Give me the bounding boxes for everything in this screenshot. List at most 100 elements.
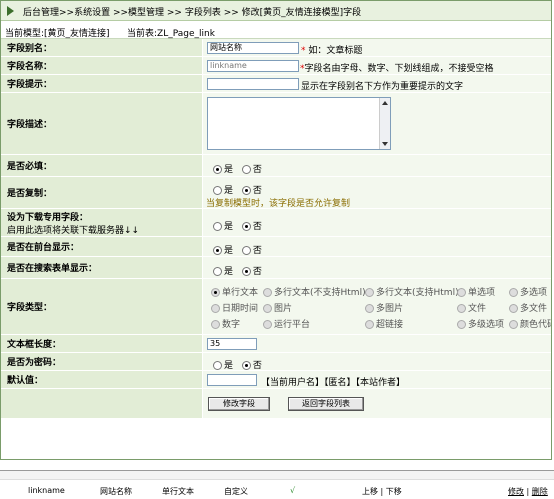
field-type-radio[interactable] bbox=[211, 304, 220, 313]
field-type-radio[interactable] bbox=[365, 304, 374, 313]
field-type-radio[interactable] bbox=[509, 304, 518, 313]
field-type-radio[interactable] bbox=[263, 288, 272, 297]
field-type-radio[interactable] bbox=[365, 320, 374, 329]
field-type-option[interactable]: 颜色代码 bbox=[509, 317, 551, 330]
field-type-option[interactable]: 多行文本(不支持Html) bbox=[263, 285, 366, 298]
length-input[interactable]: 35 bbox=[207, 338, 257, 350]
field-type-radio[interactable] bbox=[457, 288, 466, 297]
field-type-option[interactable]: 图片 bbox=[263, 301, 292, 314]
scroll-down-icon[interactable] bbox=[382, 142, 388, 146]
field-type-option[interactable]: 日期时间 bbox=[211, 301, 258, 314]
row-field-type: 单行文本 bbox=[162, 487, 194, 496]
field-type-label: 数字 bbox=[222, 320, 241, 330]
row-order-links[interactable]: 上移 | 下移 bbox=[362, 486, 402, 497]
row-default: 默认值： 【当前用户名】【匿名】【本站作者】 bbox=[1, 371, 551, 389]
field-type-option[interactable]: 多图片 bbox=[365, 301, 403, 314]
required-no-radio[interactable] bbox=[241, 165, 251, 174]
delete-link[interactable]: 删除 bbox=[532, 487, 548, 496]
download-label: 设为下载专用字段： bbox=[7, 212, 89, 223]
field-type-label: 多行文本(不支持Html) bbox=[274, 288, 366, 298]
field-type-radio[interactable] bbox=[457, 320, 466, 329]
breadcrumb-bar: 后台管理>>系统设置 >>模型管理 >> 字段列表 >> 修改[黄页_友情连接模… bbox=[1, 1, 551, 21]
edit-field-window: 后台管理>>系统设置 >>模型管理 >> 字段列表 >> 修改[黄页_友情连接模… bbox=[0, 0, 552, 460]
copy-no-radio[interactable] bbox=[241, 186, 251, 195]
buttons-label-cell bbox=[1, 389, 202, 418]
download-yes-radio[interactable] bbox=[213, 222, 222, 231]
password-label: 是否为密码： bbox=[1, 353, 202, 370]
password-no-radio[interactable] bbox=[241, 361, 251, 370]
field-type-radio[interactable] bbox=[509, 288, 518, 297]
default-input[interactable] bbox=[207, 374, 257, 386]
save-field-button[interactable]: 修改字段 bbox=[208, 397, 270, 411]
copy-yes-radio[interactable] bbox=[213, 186, 222, 195]
copy-label: 是否复制： bbox=[1, 177, 202, 208]
front-no-radio[interactable] bbox=[241, 246, 251, 255]
field-type-radio[interactable] bbox=[211, 320, 220, 329]
field-type-option[interactable]: 单行文本 bbox=[211, 285, 258, 298]
front-label: 是否在前台显示： bbox=[1, 237, 202, 256]
search-no-radio[interactable] bbox=[241, 267, 251, 276]
field-type-label: 颜色代码 bbox=[520, 320, 551, 330]
field-type-option[interactable]: 超链接 bbox=[365, 317, 403, 330]
search-yes-radio[interactable] bbox=[213, 267, 222, 276]
row-type: 字段类型： 单行文本 多行文本(不支持Html) 多行文本(支持Html) 单选项 多选… bbox=[1, 279, 551, 335]
field-type-label: 单行文本 bbox=[222, 288, 259, 298]
scroll-up-icon[interactable] bbox=[382, 101, 388, 105]
download-no-radio[interactable] bbox=[241, 222, 251, 231]
field-type-option[interactable]: 运行平台 bbox=[263, 317, 310, 330]
copy-note: 当复制模型时，该字段是否允许复制 bbox=[206, 199, 351, 209]
row-name: 字段名称： linkname *字段名由字母、数字、下划线组成，不接受空格 bbox=[1, 57, 551, 75]
field-type-option[interactable]: 多文件 bbox=[509, 301, 547, 314]
tip-input[interactable] bbox=[207, 78, 299, 90]
clipped-row bbox=[0, 471, 554, 480]
field-type-label: 多文件 bbox=[520, 304, 548, 314]
field-type-label: 多级选项 bbox=[468, 320, 505, 330]
field-type-radio[interactable] bbox=[263, 320, 272, 329]
required-label: 是否必填： bbox=[1, 155, 202, 176]
radio-label: 否 bbox=[252, 186, 262, 196]
back-to-list-button[interactable]: 返回字段列表 bbox=[288, 397, 364, 411]
alias-input[interactable]: 网站名称 bbox=[207, 42, 299, 54]
row-password: 是否为密码： 是 否 bbox=[1, 353, 551, 371]
desc-textarea[interactable] bbox=[207, 97, 391, 150]
row-front: 是否在前台显示： 是 否 bbox=[1, 237, 551, 257]
row-download: 设为下载专用字段： 启用此选项将关联下载服务器↓↓ 是 否 bbox=[1, 209, 551, 237]
field-type-radio[interactable] bbox=[509, 320, 518, 329]
radio-label: 是 bbox=[224, 222, 234, 232]
search-label: 是否在搜索表单显示： bbox=[1, 257, 202, 278]
field-type-option[interactable]: 单选项 bbox=[457, 285, 495, 298]
field-type-label: 日期时间 bbox=[222, 304, 259, 314]
required-yes-radio[interactable] bbox=[213, 165, 222, 174]
field-list-row: linkname 网站名称 单行文本 自定义 √ 上移 | 下移 修改 | 删除 bbox=[0, 470, 554, 499]
check-icon: √ bbox=[290, 486, 296, 495]
row-length: 文本框长度： 35 bbox=[1, 335, 551, 353]
row-copy: 是否复制： 是 否 当复制模型时，该字段是否允许复制 bbox=[1, 177, 551, 209]
default-label: 默认值： bbox=[1, 371, 202, 388]
name-input[interactable]: linkname bbox=[207, 60, 299, 72]
field-type-radio[interactable] bbox=[211, 288, 220, 297]
edit-link[interactable]: 修改 bbox=[508, 487, 524, 496]
field-type-radio[interactable] bbox=[365, 288, 374, 297]
radio-label: 否 bbox=[252, 165, 262, 175]
field-type-radio[interactable] bbox=[457, 304, 466, 313]
field-type-radio[interactable] bbox=[263, 304, 272, 313]
front-yes-radio[interactable] bbox=[213, 246, 222, 255]
default-hint[interactable]: 【当前用户名】【匿名】【本站作者】 bbox=[261, 375, 405, 388]
length-label: 文本框长度： bbox=[1, 335, 202, 352]
password-yes-radio[interactable] bbox=[213, 361, 222, 370]
row-buttons: 修改字段 返回字段列表 bbox=[1, 389, 551, 419]
field-type-label: 运行平台 bbox=[274, 320, 311, 330]
field-type-option[interactable]: 多级选项 bbox=[457, 317, 504, 330]
field-form: 字段别名： 网站名称 * 如：文章标题 字段名称： linkname *字段名由… bbox=[1, 39, 551, 419]
required-star: * bbox=[301, 46, 306, 56]
field-type-option[interactable]: 文件 bbox=[457, 301, 486, 314]
desc-label: 字段描述： bbox=[1, 93, 202, 154]
download-sub: 启用此选项将关联下载服务器↓↓ bbox=[7, 225, 140, 236]
field-type-option[interactable]: 多行文本(支持Html) bbox=[365, 285, 459, 298]
radio-label: 否 bbox=[252, 246, 262, 256]
field-type-option[interactable]: 多选项 bbox=[509, 285, 547, 298]
current-model: 当前模型:[黄页_友情连接] bbox=[5, 29, 110, 39]
download-label-cell: 设为下载专用字段： 启用此选项将关联下载服务器↓↓ bbox=[1, 209, 202, 236]
textarea-scrollbar[interactable] bbox=[379, 98, 390, 149]
field-type-option[interactable]: 数字 bbox=[211, 317, 240, 330]
